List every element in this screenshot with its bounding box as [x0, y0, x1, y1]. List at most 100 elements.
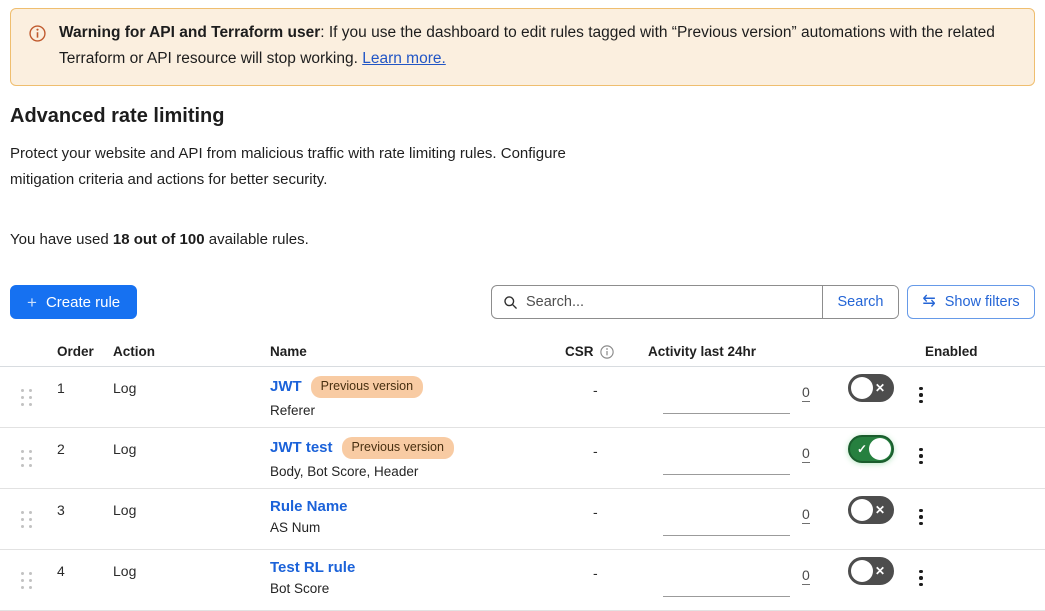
rule-menu-cell [895, 489, 985, 549]
rule-menu-cell [895, 550, 985, 610]
activity-sparkline [663, 474, 790, 475]
row-handle-cell [0, 428, 45, 488]
header-enabled: Enabled [895, 344, 985, 359]
plus-icon: + [27, 294, 37, 311]
usage-prefix: You have used [10, 231, 113, 248]
rule-activity-cell: 0 [628, 367, 818, 427]
activity-count[interactable]: 0 [802, 567, 810, 585]
toolbar-right: Search ⇆ Show filters [491, 285, 1035, 319]
check-icon: ✓ [857, 443, 867, 455]
header-name: Name [250, 344, 545, 359]
activity-sparkline [663, 535, 790, 536]
enabled-toggle[interactable]: ✓ ✕ [848, 557, 894, 585]
enabled-toggle[interactable]: ✓ ✕ [848, 435, 894, 463]
row-handle-cell [0, 489, 45, 549]
rule-name-cell: JWT test Previous version Body, Bot Scor… [250, 428, 545, 488]
rule-activity-cell: 0 [628, 428, 818, 488]
toggle-knob [851, 499, 873, 521]
rule-enabled-cell: ✓ ✕ [818, 428, 895, 488]
drag-handle-icon[interactable] [21, 572, 32, 589]
rule-action: Log [103, 489, 250, 549]
previous-version-badge: Previous version [342, 437, 454, 459]
header-action: Action [103, 344, 250, 359]
rule-csr-value: - [545, 489, 628, 549]
drag-handle-icon[interactable] [21, 450, 32, 467]
x-icon: ✕ [875, 565, 885, 577]
rule-activity-cell: 0 [628, 550, 818, 610]
rule-criteria: Body, Bot Score, Header [270, 464, 545, 479]
header-csr-label: CSR [565, 344, 594, 359]
create-rule-button[interactable]: + Create rule [10, 285, 137, 319]
rule-criteria: AS Num [270, 520, 545, 535]
rule-name-link[interactable]: JWT [270, 378, 302, 395]
show-filters-button[interactable]: ⇆ Show filters [907, 285, 1035, 319]
activity-count[interactable]: 0 [802, 384, 810, 402]
usage-suffix: available rules. [205, 231, 309, 248]
warning-info-icon [29, 25, 46, 42]
rule-order: 4 [45, 550, 103, 610]
warning-text: Warning for API and Terraform user: If y… [59, 20, 1004, 72]
toggle-knob [851, 560, 873, 582]
kebab-menu-icon[interactable] [913, 446, 929, 467]
warning-bold-text: Warning for API and Terraform user [59, 24, 320, 41]
rule-action: Log [103, 367, 250, 427]
rule-csr-value: - [545, 367, 628, 427]
rule-name-link[interactable]: Test RL rule [270, 559, 355, 576]
drag-handle-icon[interactable] [21, 389, 32, 406]
x-icon: ✕ [875, 382, 885, 394]
create-rule-label: Create rule [46, 294, 120, 311]
header-csr: CSR [545, 344, 628, 359]
previous-version-badge: Previous version [311, 376, 423, 398]
rule-name-link[interactable]: JWT test [270, 439, 333, 456]
rule-name-link[interactable]: Rule Name [270, 498, 348, 515]
rule-enabled-cell: ✓ ✕ [818, 367, 895, 427]
row-handle-cell [0, 367, 45, 427]
rule-menu-cell [895, 428, 985, 488]
rule-name-cell: JWT Previous version Referer [250, 367, 545, 427]
rule-csr-value: - [545, 428, 628, 488]
activity-count[interactable]: 0 [802, 506, 810, 524]
search-input[interactable] [518, 286, 822, 318]
page-title: Advanced rate limiting [10, 105, 1035, 128]
header-order: Order [45, 344, 103, 359]
rule-criteria: Bot Score [270, 581, 545, 596]
usage-text: You have used 18 out of 100 available ru… [10, 231, 1035, 248]
learn-more-link[interactable]: Learn more. [362, 50, 446, 67]
csr-info-icon[interactable] [600, 345, 614, 359]
table-row: 2 Log JWT test Previous version Body, Bo… [0, 428, 1045, 489]
rule-criteria: Referer [270, 403, 545, 418]
table-row: 3 Log Rule Name AS Num - 0 ✓ ✕ [0, 489, 1045, 550]
rule-menu-cell [895, 367, 985, 427]
rule-activity-cell: 0 [628, 489, 818, 549]
toolbar: + Create rule Search ⇆ Show filters [10, 285, 1035, 319]
rule-enabled-cell: ✓ ✕ [818, 550, 895, 610]
advanced-rate-limiting-page: Warning for API and Terraform user: If y… [0, 0, 1045, 611]
enabled-toggle[interactable]: ✓ ✕ [848, 374, 894, 402]
search-button[interactable]: Search [822, 286, 898, 318]
kebab-menu-icon[interactable] [913, 385, 929, 406]
row-handle-cell [0, 550, 45, 610]
kebab-menu-icon[interactable] [913, 568, 929, 589]
rule-order: 3 [45, 489, 103, 549]
table-row: 4 Log Test RL rule Bot Score - 0 ✓ ✕ [0, 550, 1045, 611]
rule-enabled-cell: ✓ ✕ [818, 489, 895, 549]
rule-order: 1 [45, 367, 103, 427]
rule-csr-value: - [545, 550, 628, 610]
rule-name-cell: Rule Name AS Num [250, 489, 545, 549]
toggle-knob [869, 438, 891, 460]
rule-order: 2 [45, 428, 103, 488]
search-icon [492, 286, 518, 318]
x-icon: ✕ [875, 504, 885, 516]
kebab-menu-icon[interactable] [913, 507, 929, 528]
usage-count: 18 out of 100 [113, 231, 205, 248]
table-body: 1 Log JWT Previous version Referer - 0 ✓… [0, 367, 1045, 611]
show-filters-label: Show filters [945, 294, 1020, 310]
rule-action: Log [103, 550, 250, 610]
drag-handle-icon[interactable] [21, 511, 32, 528]
activity-sparkline [663, 413, 790, 414]
enabled-toggle[interactable]: ✓ ✕ [848, 496, 894, 524]
rule-action: Log [103, 428, 250, 488]
activity-count[interactable]: 0 [802, 445, 810, 463]
toggle-knob [851, 377, 873, 399]
warning-banner: Warning for API and Terraform user: If y… [10, 8, 1035, 86]
